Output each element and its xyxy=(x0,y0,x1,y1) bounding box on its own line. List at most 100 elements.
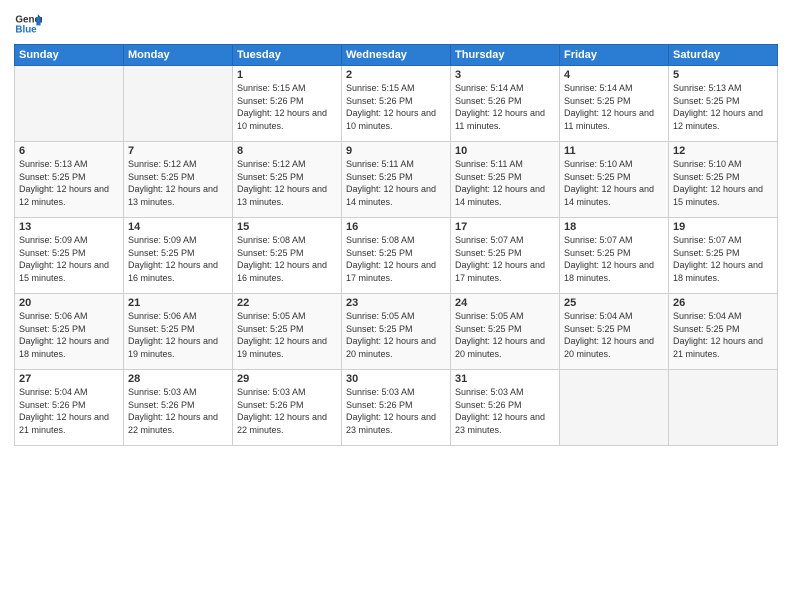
calendar-cell: 7Sunrise: 5:12 AMSunset: 5:25 PMDaylight… xyxy=(124,142,233,218)
weekday-header-thursday: Thursday xyxy=(451,45,560,66)
day-number: 5 xyxy=(673,69,773,81)
day-number: 14 xyxy=(128,221,228,233)
calendar-cell: 31Sunrise: 5:03 AMSunset: 5:26 PMDayligh… xyxy=(451,370,560,446)
weekday-header-wednesday: Wednesday xyxy=(342,45,451,66)
calendar-cell xyxy=(124,66,233,142)
calendar-cell: 27Sunrise: 5:04 AMSunset: 5:26 PMDayligh… xyxy=(15,370,124,446)
calendar-cell: 19Sunrise: 5:07 AMSunset: 5:25 PMDayligh… xyxy=(669,218,778,294)
calendar-cell: 5Sunrise: 5:13 AMSunset: 5:25 PMDaylight… xyxy=(669,66,778,142)
day-number: 10 xyxy=(455,145,555,157)
day-info: Sunrise: 5:07 AMSunset: 5:25 PMDaylight:… xyxy=(455,234,555,284)
day-number: 25 xyxy=(564,297,664,309)
calendar-cell: 9Sunrise: 5:11 AMSunset: 5:25 PMDaylight… xyxy=(342,142,451,218)
day-info: Sunrise: 5:03 AMSunset: 5:26 PMDaylight:… xyxy=(455,386,555,436)
calendar-cell: 29Sunrise: 5:03 AMSunset: 5:26 PMDayligh… xyxy=(233,370,342,446)
day-info: Sunrise: 5:10 AMSunset: 5:25 PMDaylight:… xyxy=(564,158,664,208)
calendar-cell: 28Sunrise: 5:03 AMSunset: 5:26 PMDayligh… xyxy=(124,370,233,446)
calendar-cell: 17Sunrise: 5:07 AMSunset: 5:25 PMDayligh… xyxy=(451,218,560,294)
calendar-cell: 16Sunrise: 5:08 AMSunset: 5:25 PMDayligh… xyxy=(342,218,451,294)
calendar-cell: 18Sunrise: 5:07 AMSunset: 5:25 PMDayligh… xyxy=(560,218,669,294)
weekday-header-monday: Monday xyxy=(124,45,233,66)
calendar-cell: 13Sunrise: 5:09 AMSunset: 5:25 PMDayligh… xyxy=(15,218,124,294)
calendar-cell: 26Sunrise: 5:04 AMSunset: 5:25 PMDayligh… xyxy=(669,294,778,370)
weekday-header-friday: Friday xyxy=(560,45,669,66)
day-number: 18 xyxy=(564,221,664,233)
calendar-cell: 12Sunrise: 5:10 AMSunset: 5:25 PMDayligh… xyxy=(669,142,778,218)
day-info: Sunrise: 5:15 AMSunset: 5:26 PMDaylight:… xyxy=(346,82,446,132)
logo: General Blue xyxy=(14,10,42,38)
day-info: Sunrise: 5:05 AMSunset: 5:25 PMDaylight:… xyxy=(455,310,555,360)
day-info: Sunrise: 5:04 AMSunset: 5:25 PMDaylight:… xyxy=(673,310,773,360)
calendar-cell: 23Sunrise: 5:05 AMSunset: 5:25 PMDayligh… xyxy=(342,294,451,370)
day-info: Sunrise: 5:05 AMSunset: 5:25 PMDaylight:… xyxy=(237,310,337,360)
day-number: 20 xyxy=(19,297,119,309)
day-info: Sunrise: 5:12 AMSunset: 5:25 PMDaylight:… xyxy=(237,158,337,208)
day-number: 30 xyxy=(346,373,446,385)
day-number: 9 xyxy=(346,145,446,157)
calendar-cell: 22Sunrise: 5:05 AMSunset: 5:25 PMDayligh… xyxy=(233,294,342,370)
day-info: Sunrise: 5:03 AMSunset: 5:26 PMDaylight:… xyxy=(237,386,337,436)
day-number: 27 xyxy=(19,373,119,385)
weekday-header-tuesday: Tuesday xyxy=(233,45,342,66)
calendar-cell: 25Sunrise: 5:04 AMSunset: 5:25 PMDayligh… xyxy=(560,294,669,370)
day-info: Sunrise: 5:12 AMSunset: 5:25 PMDaylight:… xyxy=(128,158,228,208)
day-number: 12 xyxy=(673,145,773,157)
day-info: Sunrise: 5:07 AMSunset: 5:25 PMDaylight:… xyxy=(564,234,664,284)
day-info: Sunrise: 5:13 AMSunset: 5:25 PMDaylight:… xyxy=(673,82,773,132)
page: General Blue SundayMondayTuesdayWednesda… xyxy=(0,0,792,612)
calendar-week-row: 6Sunrise: 5:13 AMSunset: 5:25 PMDaylight… xyxy=(15,142,778,218)
day-number: 6 xyxy=(19,145,119,157)
day-info: Sunrise: 5:15 AMSunset: 5:26 PMDaylight:… xyxy=(237,82,337,132)
day-number: 19 xyxy=(673,221,773,233)
weekday-header-sunday: Sunday xyxy=(15,45,124,66)
day-info: Sunrise: 5:04 AMSunset: 5:25 PMDaylight:… xyxy=(564,310,664,360)
day-number: 16 xyxy=(346,221,446,233)
day-number: 22 xyxy=(237,297,337,309)
day-info: Sunrise: 5:07 AMSunset: 5:25 PMDaylight:… xyxy=(673,234,773,284)
calendar-cell xyxy=(669,370,778,446)
day-info: Sunrise: 5:03 AMSunset: 5:26 PMDaylight:… xyxy=(128,386,228,436)
day-info: Sunrise: 5:04 AMSunset: 5:26 PMDaylight:… xyxy=(19,386,119,436)
weekday-header-row: SundayMondayTuesdayWednesdayThursdayFrid… xyxy=(15,45,778,66)
day-info: Sunrise: 5:06 AMSunset: 5:25 PMDaylight:… xyxy=(128,310,228,360)
day-info: Sunrise: 5:08 AMSunset: 5:25 PMDaylight:… xyxy=(346,234,446,284)
day-number: 13 xyxy=(19,221,119,233)
header: General Blue xyxy=(14,10,778,38)
calendar-cell: 2Sunrise: 5:15 AMSunset: 5:26 PMDaylight… xyxy=(342,66,451,142)
day-number: 11 xyxy=(564,145,664,157)
calendar-table: SundayMondayTuesdayWednesdayThursdayFrid… xyxy=(14,44,778,446)
day-number: 31 xyxy=(455,373,555,385)
calendar-cell: 24Sunrise: 5:05 AMSunset: 5:25 PMDayligh… xyxy=(451,294,560,370)
calendar-week-row: 1Sunrise: 5:15 AMSunset: 5:26 PMDaylight… xyxy=(15,66,778,142)
calendar-cell: 15Sunrise: 5:08 AMSunset: 5:25 PMDayligh… xyxy=(233,218,342,294)
day-info: Sunrise: 5:11 AMSunset: 5:25 PMDaylight:… xyxy=(455,158,555,208)
weekday-header-saturday: Saturday xyxy=(669,45,778,66)
calendar-cell xyxy=(560,370,669,446)
svg-text:Blue: Blue xyxy=(15,24,37,35)
day-number: 2 xyxy=(346,69,446,81)
day-info: Sunrise: 5:14 AMSunset: 5:26 PMDaylight:… xyxy=(455,82,555,132)
calendar-cell: 14Sunrise: 5:09 AMSunset: 5:25 PMDayligh… xyxy=(124,218,233,294)
calendar-cell: 4Sunrise: 5:14 AMSunset: 5:25 PMDaylight… xyxy=(560,66,669,142)
day-number: 24 xyxy=(455,297,555,309)
calendar-cell: 3Sunrise: 5:14 AMSunset: 5:26 PMDaylight… xyxy=(451,66,560,142)
day-number: 3 xyxy=(455,69,555,81)
day-number: 26 xyxy=(673,297,773,309)
calendar-cell: 30Sunrise: 5:03 AMSunset: 5:26 PMDayligh… xyxy=(342,370,451,446)
logo-icon: General Blue xyxy=(14,10,42,38)
day-info: Sunrise: 5:05 AMSunset: 5:25 PMDaylight:… xyxy=(346,310,446,360)
day-number: 1 xyxy=(237,69,337,81)
calendar-cell: 10Sunrise: 5:11 AMSunset: 5:25 PMDayligh… xyxy=(451,142,560,218)
day-info: Sunrise: 5:13 AMSunset: 5:25 PMDaylight:… xyxy=(19,158,119,208)
calendar-cell: 20Sunrise: 5:06 AMSunset: 5:25 PMDayligh… xyxy=(15,294,124,370)
day-info: Sunrise: 5:08 AMSunset: 5:25 PMDaylight:… xyxy=(237,234,337,284)
day-number: 4 xyxy=(564,69,664,81)
day-info: Sunrise: 5:06 AMSunset: 5:25 PMDaylight:… xyxy=(19,310,119,360)
day-number: 8 xyxy=(237,145,337,157)
calendar-week-row: 27Sunrise: 5:04 AMSunset: 5:26 PMDayligh… xyxy=(15,370,778,446)
day-number: 7 xyxy=(128,145,228,157)
day-number: 28 xyxy=(128,373,228,385)
calendar-cell xyxy=(15,66,124,142)
day-info: Sunrise: 5:09 AMSunset: 5:25 PMDaylight:… xyxy=(19,234,119,284)
day-info: Sunrise: 5:10 AMSunset: 5:25 PMDaylight:… xyxy=(673,158,773,208)
